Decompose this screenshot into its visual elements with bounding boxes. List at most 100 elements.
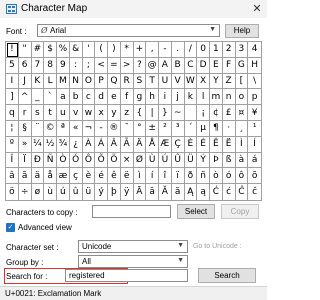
character-cell[interactable]: Ê xyxy=(210,136,223,153)
character-cell[interactable]: @ xyxy=(146,57,159,74)
character-cell[interactable]: + xyxy=(133,42,147,58)
character-cell[interactable]: î xyxy=(159,168,172,185)
character-cell[interactable]: ¾ xyxy=(57,136,70,153)
character-cell[interactable]: ¢ xyxy=(210,105,223,121)
character-cell[interactable]: å xyxy=(44,168,57,185)
character-cell[interactable]: F xyxy=(222,57,236,74)
character-cell[interactable]: | xyxy=(146,105,159,121)
character-cell[interactable]: Û xyxy=(171,152,185,169)
character-cell[interactable]: ¹ xyxy=(248,121,261,137)
character-cell[interactable]: H xyxy=(248,58,261,74)
character-cell[interactable]: c xyxy=(82,89,96,106)
character-cell[interactable]: ú xyxy=(57,184,70,200)
character-cell[interactable]: T xyxy=(146,73,159,90)
character-cell[interactable]: s xyxy=(31,105,45,121)
character-cell[interactable]: U xyxy=(159,73,172,90)
character-cell[interactable]: % xyxy=(57,42,70,58)
character-cell[interactable]: ¦ xyxy=(6,121,19,137)
character-cell[interactable]: ã xyxy=(18,168,32,185)
search-button[interactable]: Search xyxy=(198,268,256,283)
character-cell[interactable]: f xyxy=(120,89,134,106)
character-cell[interactable]: o xyxy=(235,89,249,106)
character-cell[interactable]: w xyxy=(82,105,96,121)
character-cell[interactable]: S xyxy=(133,73,147,90)
character-cell[interactable]: Ã xyxy=(120,136,134,153)
character-cell[interactable]: a xyxy=(57,89,70,106)
character-cell[interactable]: 8 xyxy=(44,57,57,74)
character-cell[interactable]: / xyxy=(184,42,198,58)
character-cell[interactable]: R xyxy=(120,73,134,90)
character-cell[interactable]: Ú xyxy=(159,152,172,169)
character-cell[interactable]: \ xyxy=(248,74,261,90)
character-cell[interactable]: ] xyxy=(6,89,19,106)
character-cell[interactable]: Æ xyxy=(159,136,172,153)
character-cell[interactable]: Ì xyxy=(235,136,249,153)
character-cell[interactable]: h xyxy=(146,89,159,106)
character-cell[interactable]: l xyxy=(197,89,210,106)
character-cell[interactable]: ® xyxy=(108,121,121,137)
character-cell[interactable]: ü xyxy=(83,184,96,200)
character-cell[interactable]: _ xyxy=(31,89,45,106)
character-cell[interactable]: ô xyxy=(235,168,249,185)
character-cell[interactable]: û xyxy=(70,184,83,200)
character-cell[interactable]: Ð xyxy=(31,152,45,169)
character-cell[interactable]: â xyxy=(6,168,19,185)
character-cell[interactable]: ì xyxy=(133,168,147,185)
character-cell[interactable]: ß xyxy=(222,152,236,169)
character-cell[interactable]: i xyxy=(159,89,172,106)
character-cell[interactable]: ¤ xyxy=(235,105,249,121)
character-cell[interactable] xyxy=(184,105,198,121)
character-cell[interactable]: N xyxy=(69,73,83,90)
character-cell[interactable]: Y xyxy=(210,73,223,90)
character-cell[interactable]: j xyxy=(171,89,185,106)
character-cell[interactable]: . xyxy=(171,42,185,58)
character-cell[interactable]: ï xyxy=(171,168,185,185)
character-cell[interactable]: y xyxy=(108,105,121,121)
character-cell[interactable]: < xyxy=(95,57,108,74)
character-cell[interactable]: b xyxy=(69,89,83,106)
character-cell[interactable]: B xyxy=(171,57,185,74)
character-cell[interactable]: ? xyxy=(133,57,147,74)
character-cell[interactable]: » xyxy=(18,136,32,153)
character-cell[interactable]: ê xyxy=(108,168,121,185)
character-cell[interactable]: © xyxy=(44,121,57,137)
character-cell[interactable]: ! xyxy=(6,42,19,58)
character-cell[interactable]: - xyxy=(159,42,172,58)
character-cell[interactable]: ª xyxy=(57,121,70,137)
character-cell[interactable]: k xyxy=(184,89,198,106)
character-cell[interactable]: r xyxy=(18,105,32,121)
character-cell[interactable]: £ xyxy=(222,105,236,121)
character-cell[interactable]: ; xyxy=(82,57,96,74)
character-cell[interactable]: É xyxy=(197,136,210,153)
character-cell[interactable]: > xyxy=(120,57,134,74)
character-cell[interactable]: È xyxy=(184,136,198,153)
character-cell[interactable]: Í xyxy=(248,137,261,153)
character-cell[interactable]: , xyxy=(146,42,159,58)
character-cell[interactable]: J xyxy=(18,73,32,90)
character-cell[interactable]: ° xyxy=(133,121,147,137)
character-cell[interactable]: 0 xyxy=(197,42,210,58)
character-cell[interactable]: C xyxy=(184,57,198,74)
character-cell[interactable]: G xyxy=(235,57,249,74)
character-cell[interactable]: ¬ xyxy=(82,121,96,137)
character-cell[interactable]: n xyxy=(222,89,236,106)
character-cell[interactable]: í xyxy=(146,168,159,185)
character-cell[interactable]: Á xyxy=(95,136,108,153)
character-cell[interactable]: 1 xyxy=(210,42,223,58)
character-cell[interactable]: Ć xyxy=(210,184,223,200)
character-cell[interactable]: × xyxy=(120,152,134,169)
character-cell[interactable]: v xyxy=(69,105,83,121)
character-cell[interactable]: 2 xyxy=(222,42,236,58)
character-cell[interactable]: Z xyxy=(222,73,236,90)
character-cell[interactable]: Ă xyxy=(159,184,172,200)
character-cell[interactable]: ` xyxy=(44,89,57,106)
character-cell[interactable]: Ø xyxy=(133,152,147,169)
character-cell[interactable]: D xyxy=(197,57,210,74)
character-cell[interactable]: ä xyxy=(31,168,45,185)
character-cell[interactable]: æ xyxy=(57,168,70,185)
character-cell[interactable]: ć xyxy=(223,184,236,200)
character-cell[interactable]: Â xyxy=(108,136,121,153)
character-cell[interactable]: ¯ xyxy=(120,121,134,137)
character-cell[interactable]: 4 xyxy=(248,42,261,58)
character-cell[interactable]: e xyxy=(108,89,121,106)
